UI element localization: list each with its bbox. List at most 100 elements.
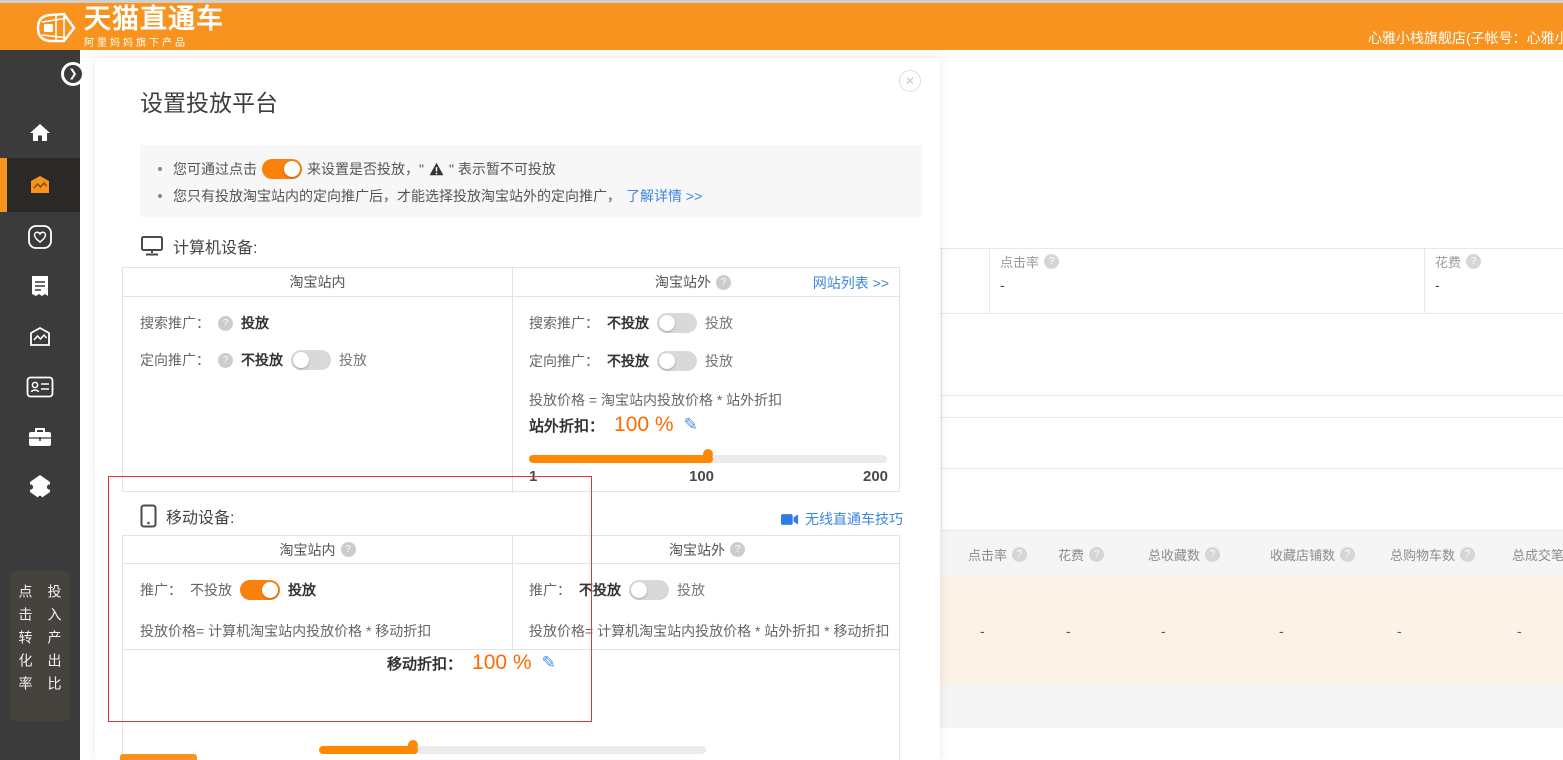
header-text: 花费: [1058, 545, 1084, 564]
row-label: 定向推广：: [140, 350, 210, 370]
background-report-panel: 点击率 ? - 花费 ? - 点击率 ? 花费 ? 总收藏数 ? 收藏店铺数: [940, 50, 1563, 760]
header-text: 总购物车数: [1390, 545, 1455, 564]
mobile-discount-slider[interactable]: [319, 746, 706, 754]
chevron-right-icon: ❯: [64, 65, 82, 83]
target-status-value: 不投放: [607, 351, 649, 371]
computer-platform-table: 淘宝站内 淘宝站外 ? 网站列表 >> 搜索推广： ? 投放 定向推广： ? 不…: [122, 267, 900, 492]
ctr-vertical-label: 点击转化率: [16, 584, 36, 721]
edit-pencil-icon[interactable]: ✎: [542, 653, 556, 673]
close-icon[interactable]: ✕: [899, 70, 921, 92]
sidebar-item-home[interactable]: [0, 108, 80, 158]
account-name[interactable]: 心雅小栈旗舰店(子帐号：心雅小栈: [1368, 28, 1563, 48]
help-icon[interactable]: ?: [1340, 547, 1355, 562]
website-list-link[interactable]: 网站列表 >>: [813, 273, 889, 293]
platform-settings-modal: 设置投放平台 ✕ 您可通过点击 来设置是否投放，" " 表示暂不可投放: [95, 58, 940, 760]
column-header-taobao-inside: 淘宝站内 ?: [123, 536, 512, 563]
video-camera-icon: [781, 513, 799, 526]
example-toggle[interactable]: [262, 159, 302, 179]
discount-value: 100 %: [614, 413, 674, 437]
app-logo[interactable]: 天猫直通车 阿里妈妈旗下产品: [34, 6, 224, 49]
mobile-discount-row: 移动折扣： 100 % ✎: [387, 651, 556, 675]
computer-outside-price-formula: 投放价格 = 淘宝站内投放价格 * 站外折扣: [529, 390, 782, 410]
bullet-icon: [158, 167, 162, 171]
header-text: 淘宝站内: [280, 540, 336, 560]
divider: [941, 248, 942, 530]
metric-label-text: 点击率: [1000, 252, 1039, 271]
save-button[interactable]: [120, 754, 197, 760]
computer-inside-target-toggle[interactable]: [291, 350, 331, 370]
discount-value: 100 %: [472, 651, 532, 675]
computer-inside-target-row: 定向推广： ? 不投放 投放: [140, 350, 367, 370]
wireless-tips[interactable]: 无线直通车技巧: [781, 509, 903, 529]
sidebar-item-campaign-active[interactable]: [0, 158, 80, 212]
section-title: 计算机设备:: [173, 234, 257, 258]
computer-outside-search-toggle[interactable]: [657, 313, 697, 333]
computer-outside-target-toggle[interactable]: [657, 351, 697, 371]
help-icon[interactable]: ?: [1044, 254, 1059, 269]
divider: [940, 313, 1563, 314]
formula-text: 投放价格= 计算机淘宝站内投放价格 * 移动折扣: [140, 621, 431, 641]
header-text: 总收藏数: [1148, 545, 1200, 564]
slider-max-label: 200: [863, 468, 888, 485]
learn-more-link[interactable]: 了解详情 >>: [626, 186, 702, 206]
top-bar: 天猫直通车 阿里妈妈旗下产品 心雅小栈旗舰店(子帐号：心雅小栈: [0, 3, 1563, 50]
phone-icon: [140, 504, 157, 528]
report-col-header: 总收藏数 ?: [1148, 545, 1220, 564]
sidebar-item-reports[interactable]: [0, 262, 80, 312]
slider-handle[interactable]: [703, 449, 713, 459]
report-table-row[interactable]: - - - - - -: [940, 575, 1563, 683]
mobile-inside-price-formula: 投放价格= 计算机淘宝站内投放价格 * 移动折扣: [140, 621, 431, 641]
slider-handle[interactable]: [408, 740, 418, 750]
notice-text: 您只有投放淘宝站内的定向推广后，才能选择投放淘宝站外的定向推广，: [173, 186, 621, 206]
help-icon[interactable]: ?: [1460, 547, 1475, 562]
sidebar-collapse-button[interactable]: ❯: [61, 62, 85, 86]
notice-line-1: 您可通过点击 来设置是否投放，" " 表示暂不可投放: [158, 155, 922, 182]
help-icon[interactable]: ?: [716, 275, 731, 290]
toggle-on-label: 投放: [339, 350, 367, 370]
campaign-icon: [27, 173, 53, 197]
column-header-taobao-inside: 淘宝站内: [123, 268, 512, 296]
metric-cost-value: -: [1435, 277, 1440, 293]
computer-discount-slider[interactable]: [529, 455, 887, 463]
sidebar-item-account[interactable]: [0, 362, 80, 412]
help-icon[interactable]: ?: [218, 316, 233, 331]
help-icon[interactable]: ?: [730, 542, 745, 557]
sidebar-metrics-box[interactable]: 点击转化率 投入产出比: [10, 571, 70, 721]
page: 点击率 ? - 花费 ? - 点击率 ? 花费 ? 总收藏数 ? 收藏店铺数: [0, 0, 1563, 760]
help-icon[interactable]: ?: [341, 542, 356, 557]
header-text: 总成交笔: [1512, 545, 1563, 564]
header-text: 淘宝站外: [669, 540, 725, 560]
mobile-inside-promo-toggle[interactable]: [240, 580, 280, 600]
toggle-off-label: 不投放: [190, 580, 232, 600]
help-icon[interactable]: ?: [1205, 547, 1220, 562]
target-status-value: 不投放: [241, 350, 283, 370]
help-icon[interactable]: ?: [218, 353, 233, 368]
formula-text: 投放价格 = 淘宝站内投放价格 * 站外折扣: [529, 390, 782, 410]
briefcase-icon: [27, 425, 53, 449]
logo-title: 天猫直通车: [84, 6, 224, 32]
help-icon[interactable]: ?: [1089, 547, 1104, 562]
sidebar: ❯: [0, 50, 80, 760]
sidebar-item-assistant[interactable]: [0, 462, 80, 512]
home-icon: [27, 121, 53, 145]
header-text: 收藏店铺数: [1270, 545, 1335, 564]
sidebar-item-favorites[interactable]: [0, 212, 80, 262]
sidebar-item-tools[interactable]: [0, 412, 80, 462]
wireless-tips-link[interactable]: 无线直通车技巧: [805, 509, 903, 529]
divider: [940, 248, 1563, 249]
notice-line-2: 您只有投放淘宝站内的定向推广后，才能选择投放淘宝站外的定向推广， 了解详情 >>: [158, 182, 922, 209]
toggle-on-label: 投放: [677, 580, 705, 600]
metric-ctr-label: 点击率 ?: [1000, 252, 1059, 271]
sidebar-item-creative[interactable]: [0, 312, 80, 362]
logo-subtitle: 阿里妈妈旗下产品: [84, 34, 224, 49]
computer-inside-search-row: 搜索推广： ? 投放: [140, 313, 269, 333]
search-status-value: 不投放: [607, 313, 649, 333]
help-icon[interactable]: ?: [1012, 547, 1027, 562]
promo-status-value: 不投放: [579, 580, 621, 600]
help-icon[interactable]: ?: [1466, 254, 1481, 269]
edit-pencil-icon[interactable]: ✎: [684, 415, 698, 435]
train-logo-icon: [34, 8, 76, 48]
gem-icon: [26, 474, 54, 500]
header-text: 点击率: [968, 545, 1007, 564]
mobile-outside-promo-toggle[interactable]: [629, 580, 669, 600]
